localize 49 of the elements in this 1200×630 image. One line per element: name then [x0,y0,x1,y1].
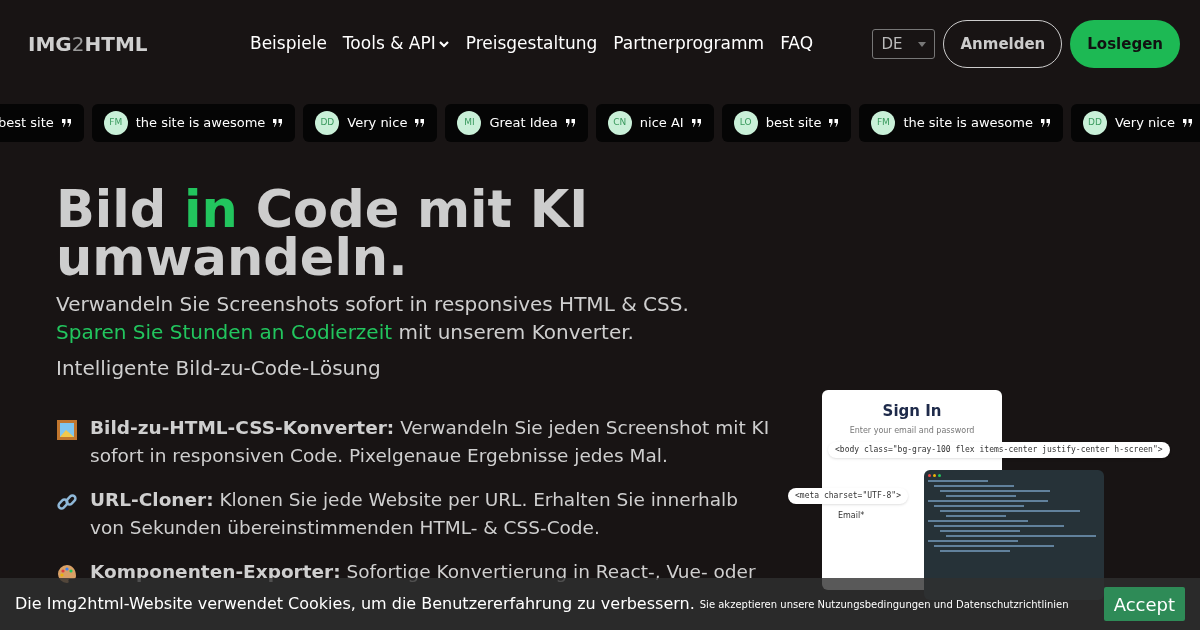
testimonial-text: Very nice [347,114,408,133]
caret-icon [918,41,927,47]
testimonial-text: Great Idea [489,114,558,133]
field-label: Email* [838,510,865,522]
hero-subtitle: Verwandeln Sie Screenshots sofort in responsives HTML & CSS. Sparen Sie Stunden an Codierzeit mit unserem Konverter. [56,291,690,346]
quote-icon [829,118,840,128]
hero-tagline: Intelligente Bild-zu-Code-Lösung [56,355,382,382]
avatar: FM [103,111,128,135]
link-icon [56,491,78,513]
avatar: CN [607,111,632,135]
avatar: DD [315,111,340,135]
quote-icon [1040,118,1051,128]
nav-link[interactable]: Beispiele [250,31,327,57]
quote-icon [691,118,702,128]
quote-icon [273,118,284,128]
testimonial-text: best site [0,114,54,133]
card-hint: Enter your email and password [849,424,975,437]
feature-text: Komponenten-Exporter: Sofortige Konvertierung in React-, Vue- oder [90,560,757,584]
nav-link[interactable]: Partnerprogramm [613,31,765,57]
testimonial-text: Very nice [1114,114,1176,133]
nav-link[interactable]: Preisgestaltung [465,31,598,57]
feature-text: Bild-zu-HTML-CSS-Konverter: Verwandeln Sie jeden Screenshot mit KI sofort in responsiven Code. Pixelgenaue Ergebnisse jedes Mal. [90,416,771,468]
code-snippet: <meta charset="UTF-8"> [788,488,908,504]
avatar: FM [871,111,896,135]
avatar: LO [733,111,758,135]
picture-frame-icon [56,419,78,441]
cookie-text: Die Img2html-Website verwendet Cookies, um die Benutzererfahrung zu verbessern. [15,593,695,615]
get-started-button[interactable]: Loslegen [1070,20,1180,68]
testimonial-text: the site is awesome [135,114,266,133]
avatar: MI [457,111,482,135]
accept-button[interactable]: Accept [1103,587,1185,621]
testimonial-text: nice AI [639,114,684,133]
card-title: Sign In [882,401,942,422]
testimonial-text: best site [765,114,822,133]
code-snippet: <body class="bg-gray-100 flex items-center justify-center h-screen"> [828,442,1170,458]
chevron-down-icon [437,38,450,50]
testimonial-text: the site is awesome [903,114,1033,133]
quote-icon [1183,118,1194,128]
feature-text: URL-Cloner: Klonen Sie jede Website per URL. Erhalten Sie innerhalb von Sekunden übereinstimmenden HTML- & CSS-Code. [90,488,739,540]
hero-heading: Bild in Code mit KI umwandeln. [56,186,590,282]
nav-link[interactable]: Tools & API [342,31,450,57]
avatar: DD [1082,111,1107,135]
logo[interactable]: IMG2HTML [28,29,250,59]
nav-link[interactable]: FAQ [780,31,814,57]
quote-icon [415,118,426,128]
quote-icon [61,118,72,128]
cookie-note: Sie akzeptieren unsere Nutzungsbedingungen und Datenschutzrichtlinien [699,597,1069,612]
quote-icon [565,118,576,128]
language-select[interactable]: DE [872,29,936,59]
